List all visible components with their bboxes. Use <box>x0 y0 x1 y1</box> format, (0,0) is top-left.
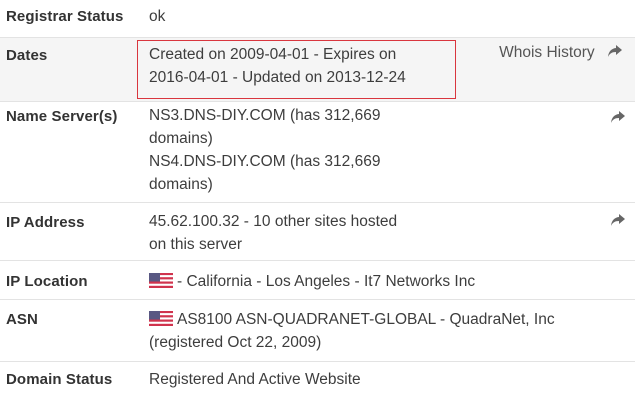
row-domain-status: Domain Status Registered And Active Webs… <box>0 361 635 393</box>
ip-address-line-1: 45.62.100.32 - 10 other sites hosted <box>149 213 398 230</box>
whois-history-link[interactable]: Whois History <box>499 44 623 63</box>
asn-line-2: (registered Oct 22, 2009) <box>149 334 322 351</box>
ip-address-value: 45.62.100.32 - 10 other sites hosted on … <box>149 210 397 256</box>
us-flag-icon <box>149 273 173 288</box>
row-name-servers: Name Server(s) NS3.DNS-DIY.COM (has 312,… <box>0 101 635 202</box>
name-server-line-2: domains) <box>149 130 213 147</box>
share-arrow-icon <box>607 44 623 63</box>
registrar-status-value: ok <box>149 8 166 25</box>
whois-table: Registrar Status ok Dates Created on 200… <box>0 0 635 393</box>
ip-location-value: - California - Los Angeles - It7 Network… <box>149 270 475 293</box>
row-asn: ASN AS8100 ASN-QUADRANET-GLOBAL - Quadra… <box>0 299 635 361</box>
name-servers-value: NS3.DNS-DIY.COM (has 312,669 domains) NS… <box>149 104 380 196</box>
name-server-line-4: domains) <box>149 176 213 193</box>
name-server-line-1: NS3.DNS-DIY.COM (has 312,669 <box>149 107 381 124</box>
share-arrow-icon[interactable] <box>610 110 626 124</box>
dates-highlight-box <box>137 40 456 99</box>
ip-location-text: - California - Los Angeles - It7 Network… <box>177 273 476 290</box>
dates-label: Dates <box>6 47 48 64</box>
asn-label: ASN <box>6 311 38 328</box>
name-servers-label: Name Server(s) <box>6 108 118 125</box>
ip-address-line-2: on this server <box>149 236 243 253</box>
asn-line-1: AS8100 ASN-QUADRANET-GLOBAL - QuadraNet,… <box>177 311 555 328</box>
registrar-status-label: Registrar Status <box>6 8 124 25</box>
asn-value: AS8100 ASN-QUADRANET-GLOBAL - QuadraNet,… <box>149 308 555 354</box>
row-ip-location: IP Location - California - Los Angeles -… <box>0 260 635 299</box>
us-flag-icon <box>149 311 173 326</box>
domain-status-label: Domain Status <box>6 371 113 388</box>
row-ip-address: IP Address 45.62.100.32 - 10 other sites… <box>0 202 635 260</box>
domain-status-value: Registered And Active Website <box>149 371 361 388</box>
ip-location-label: IP Location <box>6 273 88 290</box>
row-registrar-status: Registrar Status ok <box>0 0 635 37</box>
whois-history-label: Whois History <box>499 44 595 61</box>
ip-address-label: IP Address <box>6 214 85 231</box>
name-server-line-3: NS4.DNS-DIY.COM (has 312,669 <box>149 153 381 170</box>
share-arrow-icon[interactable] <box>610 213 626 227</box>
